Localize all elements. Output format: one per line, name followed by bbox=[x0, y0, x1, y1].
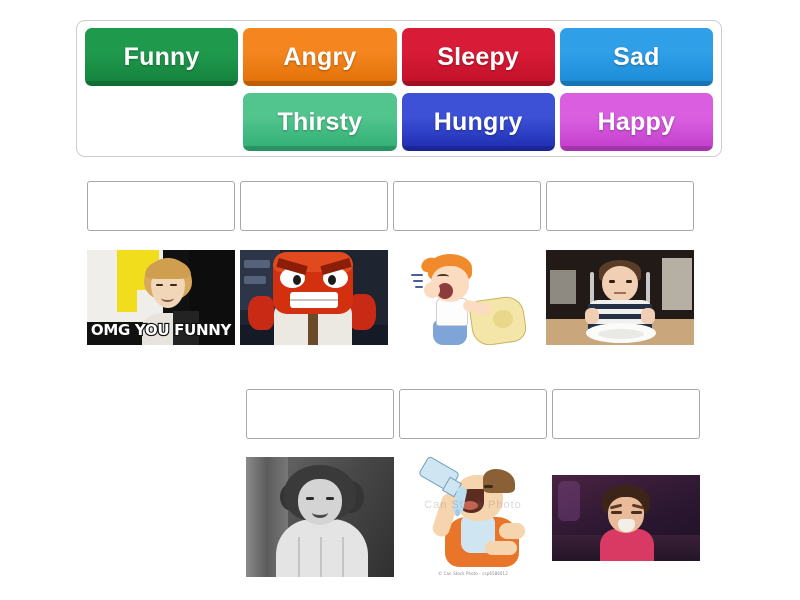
match-up-activity: Funny Angry Sleepy Sad Thirsty Hungry Ha… bbox=[0, 0, 800, 600]
meme-person-eye-left bbox=[156, 284, 163, 286]
meme-person-eye-right bbox=[170, 284, 177, 286]
happy-dress bbox=[276, 519, 368, 577]
image-smiling-girl-black-and-white[interactable] bbox=[246, 457, 394, 577]
answer-column-thirsty: Can Stock Photo © Can Stock Photo - csp6… bbox=[399, 389, 547, 577]
meme-background-yellow-2 bbox=[117, 280, 137, 312]
image-boy-with-empty-plate[interactable] bbox=[546, 250, 694, 345]
word-tile-label: Thirsty bbox=[277, 107, 363, 136]
answer-column-hungry bbox=[546, 181, 694, 345]
hungry-face bbox=[602, 266, 638, 302]
happy-smile bbox=[312, 507, 328, 518]
word-tile-label: Funny bbox=[123, 42, 200, 71]
word-tile-hungry[interactable]: Hungry bbox=[401, 93, 556, 151]
answer-column-happy bbox=[246, 389, 394, 577]
word-tile-label: Sleepy bbox=[437, 42, 520, 71]
angry-tie bbox=[308, 310, 318, 345]
word-tile-label: Angry bbox=[283, 42, 357, 71]
word-tile-funny[interactable]: Funny bbox=[85, 28, 239, 86]
happy-dress-fold-1 bbox=[298, 537, 300, 577]
drop-zone-happy[interactable] bbox=[246, 389, 394, 439]
answer-column-sad bbox=[552, 389, 700, 577]
word-bank-panel: Funny Angry Sleepy Sad Thirsty Hungry Ha… bbox=[76, 20, 722, 157]
word-tile-label: Hungry bbox=[433, 107, 523, 136]
hungry-plate-inner bbox=[598, 329, 644, 339]
sad-eye-right bbox=[631, 511, 642, 514]
stock-photo-credit: © Can Stock Photo - csp6586012 bbox=[438, 571, 508, 576]
hungry-mouth bbox=[614, 292, 626, 294]
hungry-hand-right bbox=[641, 308, 655, 324]
image-omg-you-funny-meme[interactable]: OMG YOU FUNNY bbox=[87, 250, 235, 345]
meme-person-smile bbox=[161, 294, 174, 302]
angry-pupil-left bbox=[293, 275, 301, 285]
drop-zone-angry[interactable] bbox=[240, 181, 388, 231]
drop-zone-hungry[interactable] bbox=[546, 181, 694, 231]
thirsty-forearm bbox=[485, 541, 517, 555]
hungry-hand-left bbox=[585, 308, 599, 324]
hungry-eye-right bbox=[626, 280, 632, 283]
answer-column-sleepy bbox=[393, 181, 541, 345]
sad-light-glow bbox=[558, 481, 580, 521]
thirsty-hair bbox=[483, 469, 515, 493]
drop-zone-funny[interactable] bbox=[87, 181, 235, 231]
word-tile-label: Sad bbox=[613, 42, 660, 71]
word-tile-thirsty[interactable]: Thirsty bbox=[243, 93, 397, 151]
hungry-window-left bbox=[550, 270, 576, 304]
angry-arm-right bbox=[349, 294, 376, 330]
drop-zone-thirsty[interactable] bbox=[399, 389, 547, 439]
answer-row-2: Can Stock Photo © Can Stock Photo - csp6… bbox=[246, 389, 700, 577]
image-angry-cartoon-character[interactable] bbox=[240, 250, 388, 345]
image-man-drinking-water-cartoon[interactable]: Can Stock Photo © Can Stock Photo - csp6… bbox=[399, 457, 547, 577]
hungry-window-right bbox=[662, 258, 692, 310]
sleepy-pillow-shade bbox=[493, 310, 513, 328]
sleepy-closed-eye bbox=[437, 274, 449, 279]
word-tile-sleepy[interactable]: Sleepy bbox=[401, 28, 556, 86]
word-tile-sad[interactable]: Sad bbox=[559, 28, 714, 86]
word-tile-angry[interactable]: Angry bbox=[243, 28, 397, 86]
angry-teeth-line bbox=[290, 299, 338, 301]
image-crying-child[interactable] bbox=[552, 457, 700, 577]
meme-caption-text: OMG YOU FUNNY bbox=[90, 320, 233, 340]
thirsty-eye bbox=[484, 485, 493, 488]
angry-background-text-1 bbox=[244, 260, 270, 268]
drop-zone-sleepy[interactable] bbox=[393, 181, 541, 231]
word-bank-row-1: Funny Angry Sleepy Sad bbox=[85, 28, 714, 90]
word-tile-happy[interactable]: Happy bbox=[559, 93, 714, 151]
stock-photo-watermark: Can Stock Photo bbox=[424, 499, 522, 511]
answer-column-funny: OMG YOU FUNNY bbox=[87, 181, 235, 345]
happy-dress-fold-2 bbox=[320, 537, 322, 577]
happy-eye-left bbox=[306, 497, 314, 500]
happy-face bbox=[298, 479, 342, 525]
word-bank-row-2: Thirsty Hungry Happy bbox=[85, 93, 714, 155]
happy-dress-fold-3 bbox=[342, 537, 344, 577]
thirsty-arm-right bbox=[499, 523, 525, 539]
answer-row-1: OMG YOU FUNNY bbox=[87, 181, 694, 345]
word-tile-label: Happy bbox=[597, 107, 676, 136]
happy-eye-right bbox=[326, 497, 334, 500]
drop-zone-sad[interactable] bbox=[552, 389, 700, 439]
angry-pupil-right bbox=[328, 275, 336, 285]
sad-pink-shirt bbox=[600, 529, 654, 561]
word-tile-empty-slot bbox=[85, 93, 238, 151]
sleepy-motion-lines bbox=[411, 274, 425, 294]
angry-background-text-2 bbox=[244, 276, 266, 284]
answer-column-angry bbox=[240, 181, 388, 345]
image-yawning-boy-with-pillow[interactable] bbox=[393, 250, 541, 345]
sleepy-hand bbox=[424, 282, 440, 298]
hungry-eye-left bbox=[609, 280, 615, 283]
sad-eye-left bbox=[611, 511, 622, 514]
angry-arm-left bbox=[248, 296, 274, 330]
meme-person-fringe bbox=[145, 259, 191, 279]
